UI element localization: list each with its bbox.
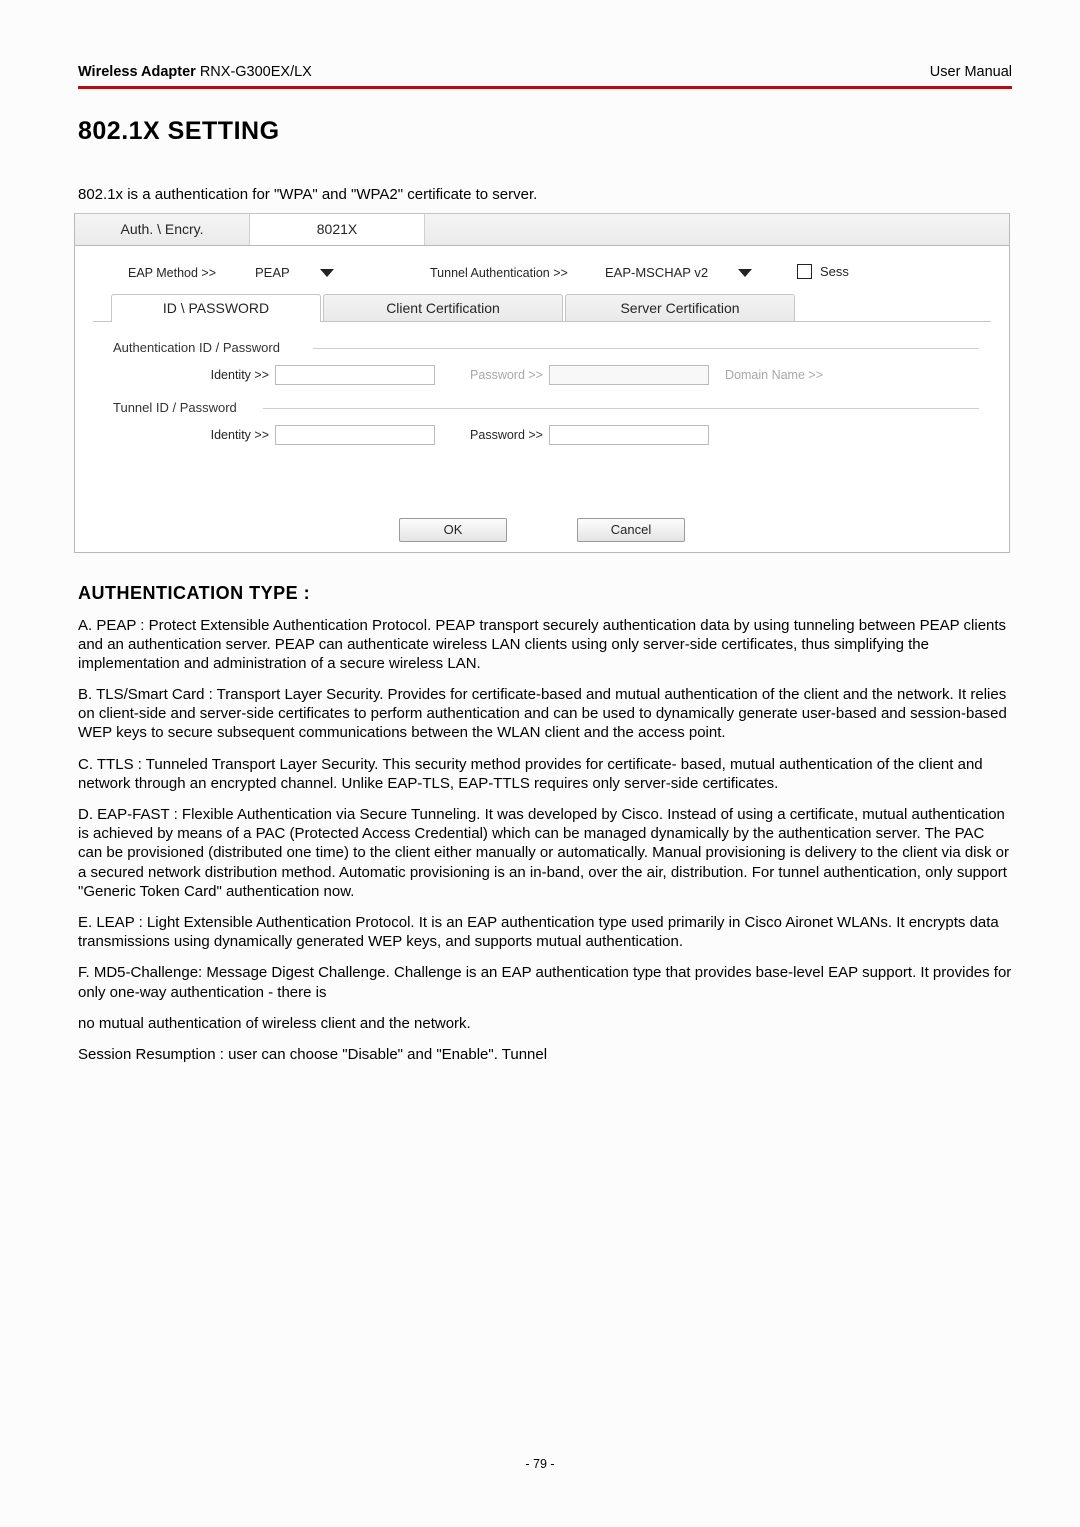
tunnel-auth-label: Tunnel Authentication >> [430, 266, 568, 280]
tab-auth-encry-label: Auth. \ Encry. [121, 221, 204, 237]
tunnel-auth-value: EAP-MSCHAP v2 [595, 265, 738, 280]
para-peap: A. PEAP : Protect Extensible Authenticat… [78, 616, 1012, 674]
para-no-mutual: no mutual authentication of wireless cli… [78, 1014, 1012, 1033]
page-number: - 79 - [0, 1457, 1080, 1471]
header-left: Wireless Adapter RNX-G300EX/LX [78, 64, 312, 80]
tab-8021x[interactable]: 8021X [250, 214, 425, 245]
subtab-id-password[interactable]: ID \ PASSWORD [111, 294, 321, 322]
subtab-server-cert-label: Server Certification [620, 300, 739, 316]
dialog-button-row: OK Cancel [75, 518, 1009, 542]
selector-row: EAP Method >> PEAP Tunnel Authentication… [75, 246, 1009, 294]
para-md5: F. MD5-Challenge: Message Digest Challen… [78, 963, 1012, 1001]
auth-id-group-title: Authentication ID / Password [113, 340, 280, 355]
sub-tab-bar: ID \ PASSWORD Client Certification Serve… [93, 294, 991, 322]
form-area: Authentication ID / Password Identity >>… [93, 328, 991, 488]
para-session: Session Resumption : user can choose "Di… [78, 1045, 1012, 1064]
chevron-down-icon [738, 269, 752, 277]
cancel-button[interactable]: Cancel [577, 518, 685, 542]
eap-method-label: EAP Method >> [128, 266, 216, 280]
ok-button[interactable]: OK [399, 518, 507, 542]
subtab-id-password-label: ID \ PASSWORD [163, 300, 269, 316]
chevron-down-icon [320, 269, 334, 277]
session-label: Sess [820, 264, 849, 279]
auth-identity-label: Identity >> [169, 368, 269, 382]
auth-password-label: Password >> [443, 368, 543, 382]
tunnel-id-group-title: Tunnel ID / Password [113, 400, 237, 415]
tunnel-identity-label: Identity >> [169, 428, 269, 442]
eap-method-dropdown[interactable]: PEAP [245, 262, 395, 284]
header-model: RNX-G300EX/LX [196, 64, 312, 80]
group-divider [313, 348, 979, 349]
header-product-bold: Wireless Adapter [78, 64, 196, 80]
tunnel-password-label: Password >> [443, 428, 543, 442]
auth-type-heading: AUTHENTICATION TYPE : [78, 583, 1012, 604]
cancel-button-label: Cancel [611, 522, 651, 537]
session-resumption-checkbox[interactable]: Sess [797, 264, 849, 279]
settings-screenshot: Auth. \ Encry. 8021X EAP Method >> PEAP … [74, 213, 1010, 553]
subtab-client-cert-label: Client Certification [386, 300, 500, 316]
checkbox-icon [797, 264, 812, 279]
header-rule [78, 86, 1012, 89]
para-ttls: C. TTLS : Tunneled Transport Layer Secur… [78, 755, 1012, 793]
tunnel-password-input[interactable] [549, 425, 709, 445]
tab-8021x-label: 8021X [317, 221, 357, 237]
tunnel-auth-dropdown[interactable]: EAP-MSCHAP v2 [595, 262, 775, 284]
tunnel-identity-input[interactable] [275, 425, 435, 445]
subtab-server-cert[interactable]: Server Certification [565, 294, 795, 321]
intro-text: 802.1x is a authentication for "WPA" and… [78, 186, 1012, 203]
subtab-client-cert[interactable]: Client Certification [323, 294, 563, 321]
top-tab-bar: Auth. \ Encry. 8021X [75, 214, 1009, 246]
auth-password-input[interactable] [549, 365, 709, 385]
para-eap-fast: D. EAP-FAST : Flexible Authentication vi… [78, 805, 1012, 901]
para-tls: B. TLS/Smart Card : Transport Layer Secu… [78, 685, 1012, 743]
tab-auth-encry[interactable]: Auth. \ Encry. [75, 214, 250, 245]
header-right: User Manual [930, 64, 1012, 80]
ok-button-label: OK [444, 522, 463, 537]
auth-domain-label: Domain Name >> [723, 368, 823, 382]
auth-identity-input[interactable] [275, 365, 435, 385]
running-header: Wireless Adapter RNX-G300EX/LX User Manu… [78, 64, 1012, 80]
section-heading: 802.1X SETTING [78, 117, 1012, 146]
eap-method-value: PEAP [245, 265, 320, 280]
group-divider [263, 408, 979, 409]
para-leap: E. LEAP : Light Extensible Authenticatio… [78, 913, 1012, 951]
